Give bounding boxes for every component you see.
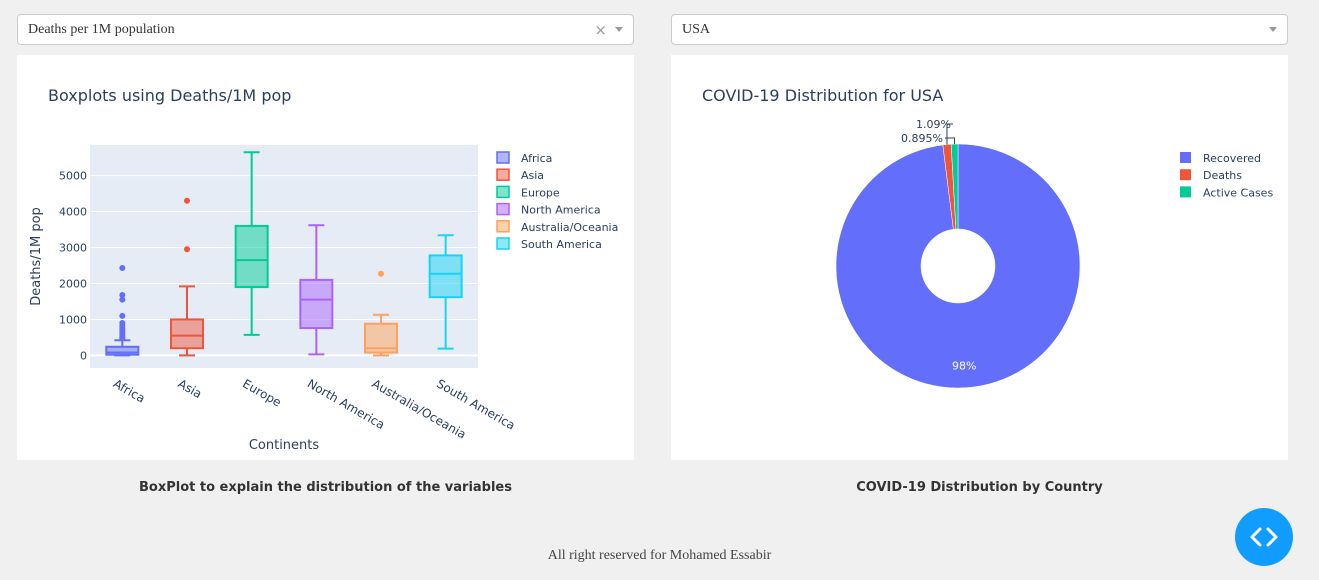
boxplot-chart: Boxplots using Deaths/1M pop 0 1000 2000 300… xyxy=(29,86,618,453)
pie-label: 0.895% xyxy=(901,132,943,145)
pie-chart: COVID-19 Distribution for USA 98% 1.09%0.8… xyxy=(702,86,1273,389)
legend-swatch xyxy=(496,151,510,164)
outlier-point xyxy=(119,312,126,319)
legend-label: Australia/Oceania xyxy=(521,221,618,234)
boxplot-title: Boxplots using Deaths/1M pop xyxy=(48,86,291,105)
plot-area xyxy=(90,145,478,368)
legend-label: Europe xyxy=(521,186,560,199)
outlier-point xyxy=(184,197,190,204)
pie-title: COVID-19 Distribution for USA xyxy=(702,86,943,105)
footer-text: All right reserved for Mohamed Essabir xyxy=(547,548,772,563)
pie-label: 1.09% xyxy=(916,118,951,131)
variable-dropdown[interactable]: Deaths per 1M population × xyxy=(17,14,634,45)
y-axis-label: Deaths/1M pop xyxy=(29,207,44,306)
legend-swatch xyxy=(496,220,510,233)
variable-dropdown-value: Deaths per 1M population xyxy=(28,21,175,37)
legend-swatch xyxy=(1180,169,1191,181)
y-tick-label: 0 xyxy=(80,349,87,362)
outlier-point xyxy=(119,291,126,298)
box-iqr xyxy=(299,278,334,330)
legend-swatch xyxy=(496,237,510,250)
legend-label: Deaths xyxy=(1203,169,1242,182)
pie-label: 98% xyxy=(952,359,976,372)
legend-swatch xyxy=(1180,186,1191,198)
pie-leader-line xyxy=(945,137,956,145)
country-dropdown[interactable]: USA xyxy=(671,14,1288,45)
y-tick-label: 4000 xyxy=(59,206,87,219)
x-tick-label: Africa xyxy=(111,376,148,405)
outlier-point xyxy=(119,320,126,327)
chevron-down-icon[interactable] xyxy=(615,27,623,32)
x-tick-label: Europe xyxy=(240,376,284,409)
legend-swatch xyxy=(1180,152,1191,163)
x-axis-label: Continents xyxy=(249,438,320,453)
outlier-point xyxy=(184,246,190,253)
boxplot-caption: BoxPlot to explain the distribution of t… xyxy=(139,480,512,495)
boxplot-panel: Boxplots using Deaths/1M pop 0 1000 2000 300… xyxy=(17,55,634,460)
code-icon xyxy=(1250,527,1278,547)
legend-label: Africa xyxy=(521,152,552,165)
box-iqr xyxy=(170,318,204,350)
country-dropdown-value: USA xyxy=(682,21,711,37)
y-tick-label: 2000 xyxy=(59,277,87,290)
legend-label: North America xyxy=(521,204,601,217)
legend-label: Asia xyxy=(521,169,544,182)
pie-panel: COVID-19 Distribution for USA 98% 1.09% 0.8… xyxy=(671,55,1288,460)
legend-swatch xyxy=(496,168,510,181)
x-tick-label: Asia xyxy=(176,376,205,401)
legend-label: Recovered xyxy=(1203,152,1261,165)
box-iqr xyxy=(234,224,269,289)
y-tick-label: 5000 xyxy=(59,170,87,183)
outlier-point xyxy=(378,270,384,277)
legend-swatch xyxy=(496,202,510,216)
legend-label: South America xyxy=(521,238,602,251)
legend-swatch xyxy=(496,185,510,199)
outlier-point xyxy=(119,265,126,272)
code-toggle-button[interactable] xyxy=(1235,508,1293,566)
legend-label: Active Cases xyxy=(1203,186,1273,199)
chevron-down-icon[interactable] xyxy=(1269,27,1277,32)
y-tick-label: 1000 xyxy=(59,313,87,326)
y-tick-label: 3000 xyxy=(59,242,87,255)
clear-icon[interactable]: × xyxy=(594,21,607,39)
pie-caption: COVID-19 Distribution by Country xyxy=(856,480,1103,495)
box-iqr xyxy=(428,254,463,299)
